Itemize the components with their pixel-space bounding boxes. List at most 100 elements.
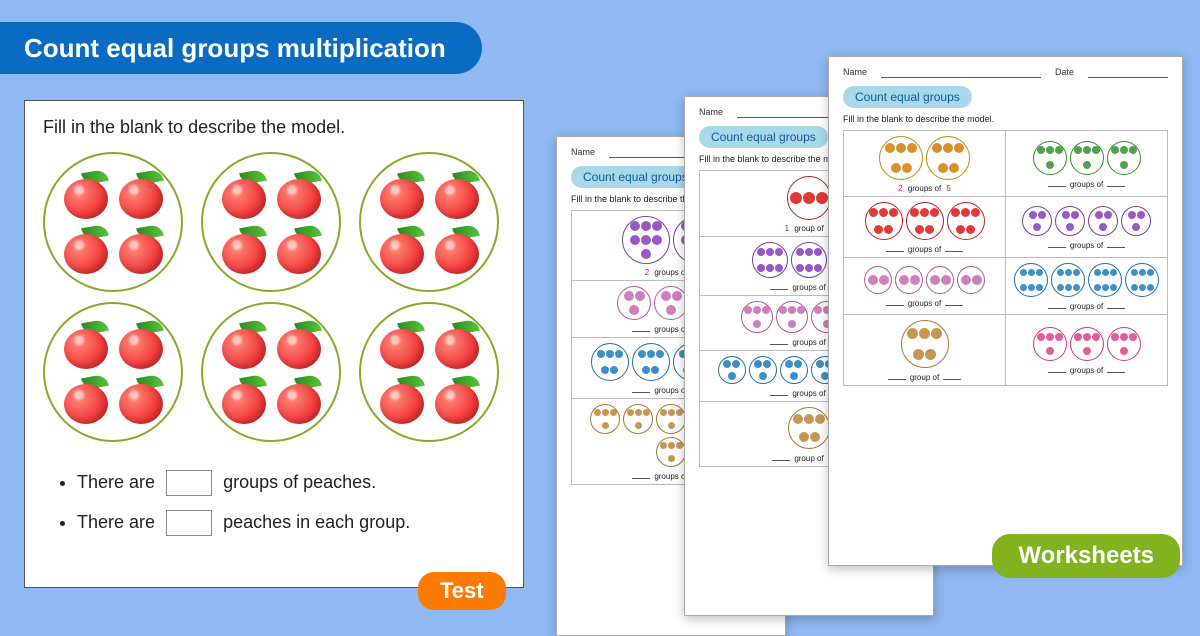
group-circle-icon	[623, 404, 653, 434]
item-icon	[899, 275, 909, 285]
item-icon	[816, 360, 824, 368]
item-icon	[884, 225, 893, 234]
item-icon	[757, 264, 765, 272]
item-icon	[1071, 211, 1079, 219]
item-icon	[766, 264, 774, 272]
item-icon	[1057, 269, 1064, 276]
group-circle-icon	[741, 301, 773, 333]
group-circle-icon	[906, 202, 944, 240]
peach-icon	[433, 226, 481, 274]
item-icon	[1131, 284, 1138, 291]
cell-caption: groups of	[884, 244, 966, 254]
cell-caption: groups of	[1046, 240, 1128, 250]
item-icon	[676, 409, 683, 416]
group-circle-icon	[901, 320, 949, 368]
item-icon	[1120, 161, 1128, 169]
item-icon	[1046, 146, 1054, 154]
item-icon	[643, 409, 650, 416]
item-icon	[602, 409, 609, 416]
group-circle-icon	[1033, 141, 1067, 175]
group-circle-icon	[1107, 141, 1141, 175]
item-icon	[954, 143, 964, 153]
worksheet-cell: groups of	[1006, 131, 1168, 197]
group-circle-icon	[776, 301, 808, 333]
item-icon	[661, 291, 671, 301]
item-icon	[971, 208, 980, 217]
item-icon	[638, 350, 646, 358]
item-icon	[1066, 223, 1074, 231]
item-icon	[668, 442, 675, 449]
item-icon	[1037, 146, 1045, 154]
item-icon	[1046, 347, 1054, 355]
item-icon	[1073, 284, 1080, 291]
item-icon	[641, 249, 651, 259]
item-icon	[949, 163, 959, 173]
item-icon	[930, 208, 939, 217]
item-icon	[803, 192, 815, 204]
group-circle-icon	[895, 266, 923, 294]
peach-icon	[62, 376, 110, 424]
name-label: Name	[843, 67, 867, 78]
group-circle-icon	[791, 242, 827, 278]
item-icon	[652, 221, 662, 231]
worksheet-page-3[interactable]: Name Date Count equal groups Fill in the…	[828, 56, 1183, 566]
item-icon	[668, 422, 675, 429]
peach-icon	[220, 226, 268, 274]
item-icon	[660, 409, 667, 416]
peach-icon	[117, 226, 165, 274]
peach-icon	[378, 321, 426, 369]
item-icon	[1104, 211, 1112, 219]
item-icon	[907, 143, 917, 153]
group-circle-icon	[590, 404, 620, 434]
item-icon	[601, 366, 609, 374]
item-icon	[1094, 269, 1101, 276]
item-icon	[907, 328, 918, 339]
blank-input-groups[interactable]	[166, 470, 212, 496]
group-circle-icon	[864, 266, 892, 294]
item-icon	[629, 305, 639, 315]
item-icon	[902, 163, 912, 173]
item-icon	[1120, 333, 1128, 341]
item-icon	[635, 422, 642, 429]
item-icon	[660, 442, 667, 449]
worksheet-cell: groups of	[844, 197, 1006, 258]
item-icon	[1065, 284, 1072, 291]
item-icon	[606, 350, 614, 358]
group-circle-icon	[654, 286, 688, 320]
item-icon	[1120, 347, 1128, 355]
group-circle-icon	[1107, 327, 1141, 361]
item-icon	[1037, 333, 1045, 341]
item-icon	[647, 350, 655, 358]
worksheets-badge[interactable]: Worksheets	[992, 534, 1180, 578]
test-instruction: Fill in the blank to describe the model.	[43, 117, 505, 138]
item-icon	[624, 291, 634, 301]
group-circle-icon	[926, 266, 954, 294]
item-icon	[668, 409, 675, 416]
peach-icon	[220, 376, 268, 424]
item-icon	[1074, 146, 1082, 154]
group-circle-icon	[1125, 263, 1159, 297]
item-icon	[1128, 211, 1136, 219]
item-icon	[1046, 161, 1054, 169]
item-icon	[938, 163, 948, 173]
blank-input-each[interactable]	[166, 510, 212, 536]
item-icon	[941, 275, 951, 285]
item-icon	[635, 291, 645, 301]
worksheet-cell: groups of	[1006, 197, 1168, 258]
item-icon	[1073, 269, 1080, 276]
group-circle-icon	[1055, 206, 1085, 236]
test-badge[interactable]: Test	[418, 572, 506, 610]
worksheet-cell: groups of	[844, 258, 1006, 315]
item-icon	[956, 225, 965, 234]
item-icon	[790, 192, 802, 204]
item-icon	[1147, 284, 1154, 291]
peach-icon	[275, 376, 323, 424]
text: peaches in each group.	[223, 512, 410, 532]
item-icon	[635, 409, 642, 416]
item-icon	[930, 275, 940, 285]
item-icon	[1092, 146, 1100, 154]
item-icon	[1083, 333, 1091, 341]
item-icon	[885, 143, 895, 153]
item-icon	[1139, 284, 1146, 291]
item-icon	[753, 320, 761, 328]
